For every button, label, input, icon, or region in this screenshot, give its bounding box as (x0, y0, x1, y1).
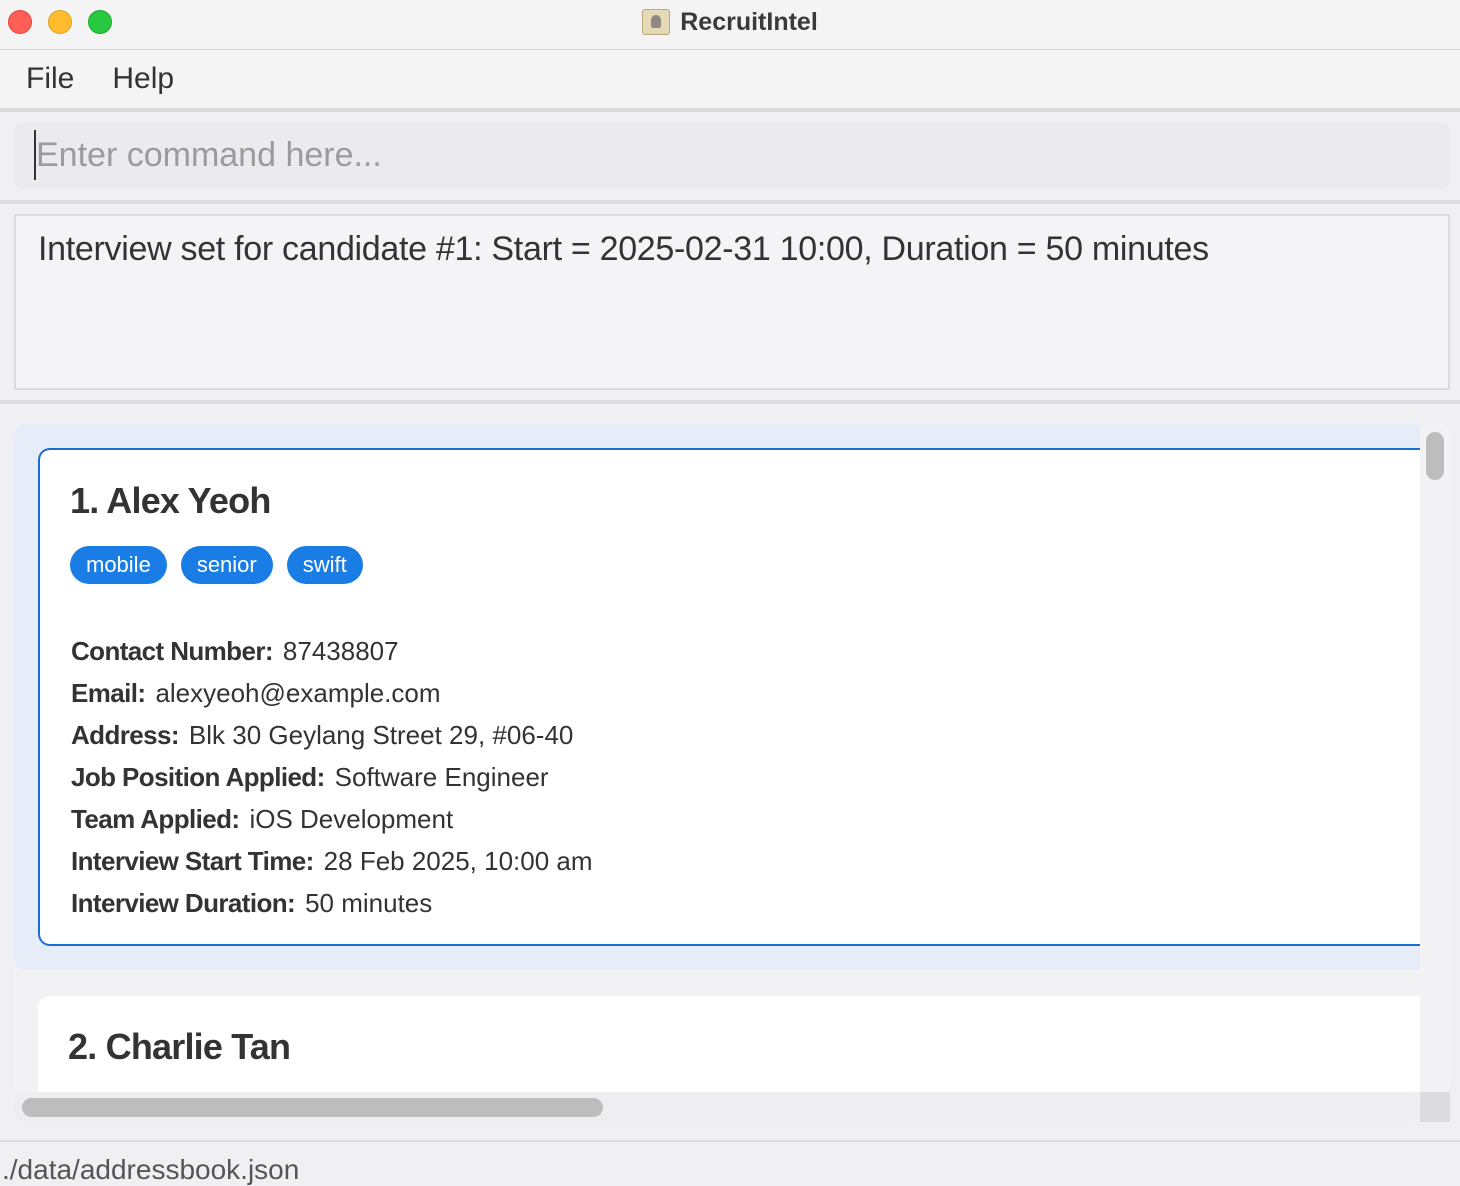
command-input[interactable] (34, 130, 1436, 180)
field-value: Software Engineer (334, 762, 549, 792)
candidate-card[interactable]: 1. Alex Yeoh mobile senior swift Contact… (38, 448, 1420, 946)
divider (0, 108, 1460, 112)
result-message: Interview set for candidate #1: Start = … (38, 230, 1209, 268)
field-label: Team Applied: (71, 804, 240, 834)
field-value: alexyeoh@example.com (155, 678, 441, 708)
menu-help[interactable]: Help (86, 62, 174, 96)
horizontal-scroll-thumb[interactable] (22, 1098, 603, 1117)
scrollbar-corner (1420, 1092, 1450, 1122)
candidate-list[interactable]: 1. Alex Yeoh mobile senior swift Contact… (14, 424, 1420, 1092)
title-bar: RecruitIntel (0, 0, 1460, 50)
window-title-text: RecruitIntel (680, 7, 818, 36)
interview-start-field: Interview Start Time: 28 Feb 2025, 10:00 … (71, 840, 593, 882)
field-label: Job Position Applied: (71, 762, 325, 792)
address-field: Address: Blk 30 Geylang Street 29, #06-40 (71, 714, 593, 756)
field-value: 50 minutes (305, 888, 433, 918)
field-label: Interview Start Time: (71, 846, 314, 876)
result-display[interactable]: Interview set for candidate #1: Start = … (14, 214, 1450, 390)
vertical-scrollbar[interactable] (1420, 424, 1450, 1092)
interview-duration-field: Interview Duration: 50 minutes (71, 882, 593, 924)
team-applied-field: Team Applied: iOS Development (71, 798, 593, 840)
field-value: 87438807 (282, 636, 399, 666)
address-book-icon (642, 9, 671, 35)
field-label: Contact Number: (71, 636, 274, 666)
tag-badge: swift (286, 546, 363, 584)
field-label: Interview Duration: (71, 888, 296, 918)
divider (0, 400, 1460, 404)
menu-file[interactable]: File (0, 62, 74, 96)
candidate-name: 2. Charlie Tan (68, 1026, 291, 1067)
tag-badge: senior (180, 546, 273, 584)
contact-number-field: Contact Number: 87438807 (71, 630, 593, 672)
menu-bar: File Help (0, 50, 1460, 108)
candidate-name: 1. Alex Yeoh (70, 480, 271, 521)
vertical-scroll-thumb[interactable] (1426, 432, 1444, 480)
candidate-details: Contact Number: 87438807 Email: alexyeoh@e… (71, 630, 593, 924)
field-label: Email: (71, 678, 146, 708)
tag-list: mobile senior swift (70, 546, 363, 584)
tag-badge: mobile (70, 546, 167, 584)
window-title: RecruitIntel (0, 0, 1460, 44)
divider (0, 200, 1460, 204)
status-bar: ./data/addressbook.json (0, 1140, 1460, 1186)
candidate-card[interactable]: 2. Charlie Tan (38, 996, 1420, 1092)
data-file-path: ./data/addressbook.json (2, 1154, 300, 1185)
field-label: Address: (71, 720, 180, 750)
email-field: Email: alexyeoh@example.com (71, 672, 593, 714)
field-value: iOS Development (249, 804, 454, 834)
command-box (14, 122, 1450, 189)
field-value: Blk 30 Geylang Street 29, #06-40 (188, 720, 574, 750)
field-value: 28 Feb 2025, 10:00 am (323, 846, 593, 876)
job-position-field: Job Position Applied: Software Engineer (71, 756, 593, 798)
